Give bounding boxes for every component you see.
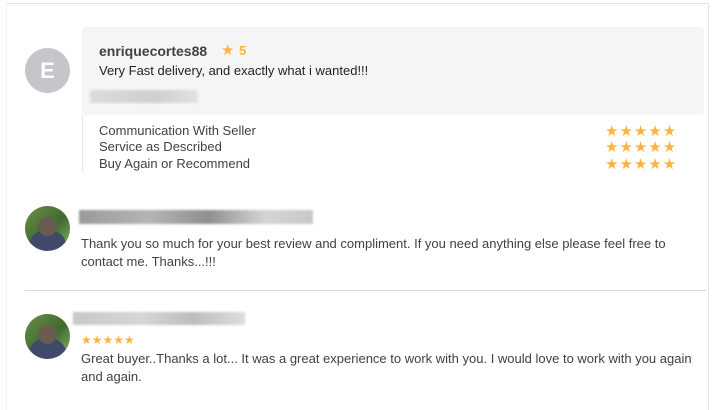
star-icon: ★ bbox=[221, 42, 235, 59]
criteria-stars-service: ★★★★★ bbox=[605, 139, 678, 156]
buyer-avatar[interactable]: E bbox=[25, 48, 70, 93]
frame-right-border bbox=[708, 3, 709, 410]
criteria-label-service: Service as Described bbox=[99, 139, 222, 154]
criteria-separator bbox=[82, 115, 83, 171]
buyer-review-text: Very Fast delivery, and exactly what i w… bbox=[99, 63, 369, 78]
buyer-review-box: enriquecortes88 ★ 5 Very Fast delivery, … bbox=[82, 27, 704, 115]
avatar-initial: E bbox=[40, 57, 55, 83]
buyer-rating-value: 5 bbox=[239, 43, 247, 58]
section-divider bbox=[25, 290, 706, 291]
criteria-stars-communication: ★★★★★ bbox=[605, 123, 678, 140]
criteria-label-communication: Communication With Seller bbox=[99, 123, 256, 138]
seller-response-text: Thank you so much for your best review a… bbox=[81, 236, 666, 269]
blurred-seller-name-2 bbox=[73, 312, 245, 325]
blurred-seller-name bbox=[79, 210, 313, 224]
frame-top-border bbox=[6, 3, 708, 4]
seller-avatar[interactable] bbox=[25, 206, 70, 251]
frame-left-border bbox=[6, 3, 7, 410]
criteria-stars-recommend: ★★★★★ bbox=[605, 156, 678, 173]
seller-avatar-2[interactable] bbox=[25, 314, 70, 359]
blurred-country-info bbox=[90, 90, 198, 103]
seller-review-stars: ★★★★★ bbox=[81, 333, 135, 347]
buyer-username[interactable]: enriquecortes88 bbox=[99, 43, 207, 59]
criteria-label-recommend: Buy Again or Recommend bbox=[99, 156, 251, 171]
seller-review-text: Great buyer..Thanks a lot... It was a gr… bbox=[81, 351, 692, 384]
